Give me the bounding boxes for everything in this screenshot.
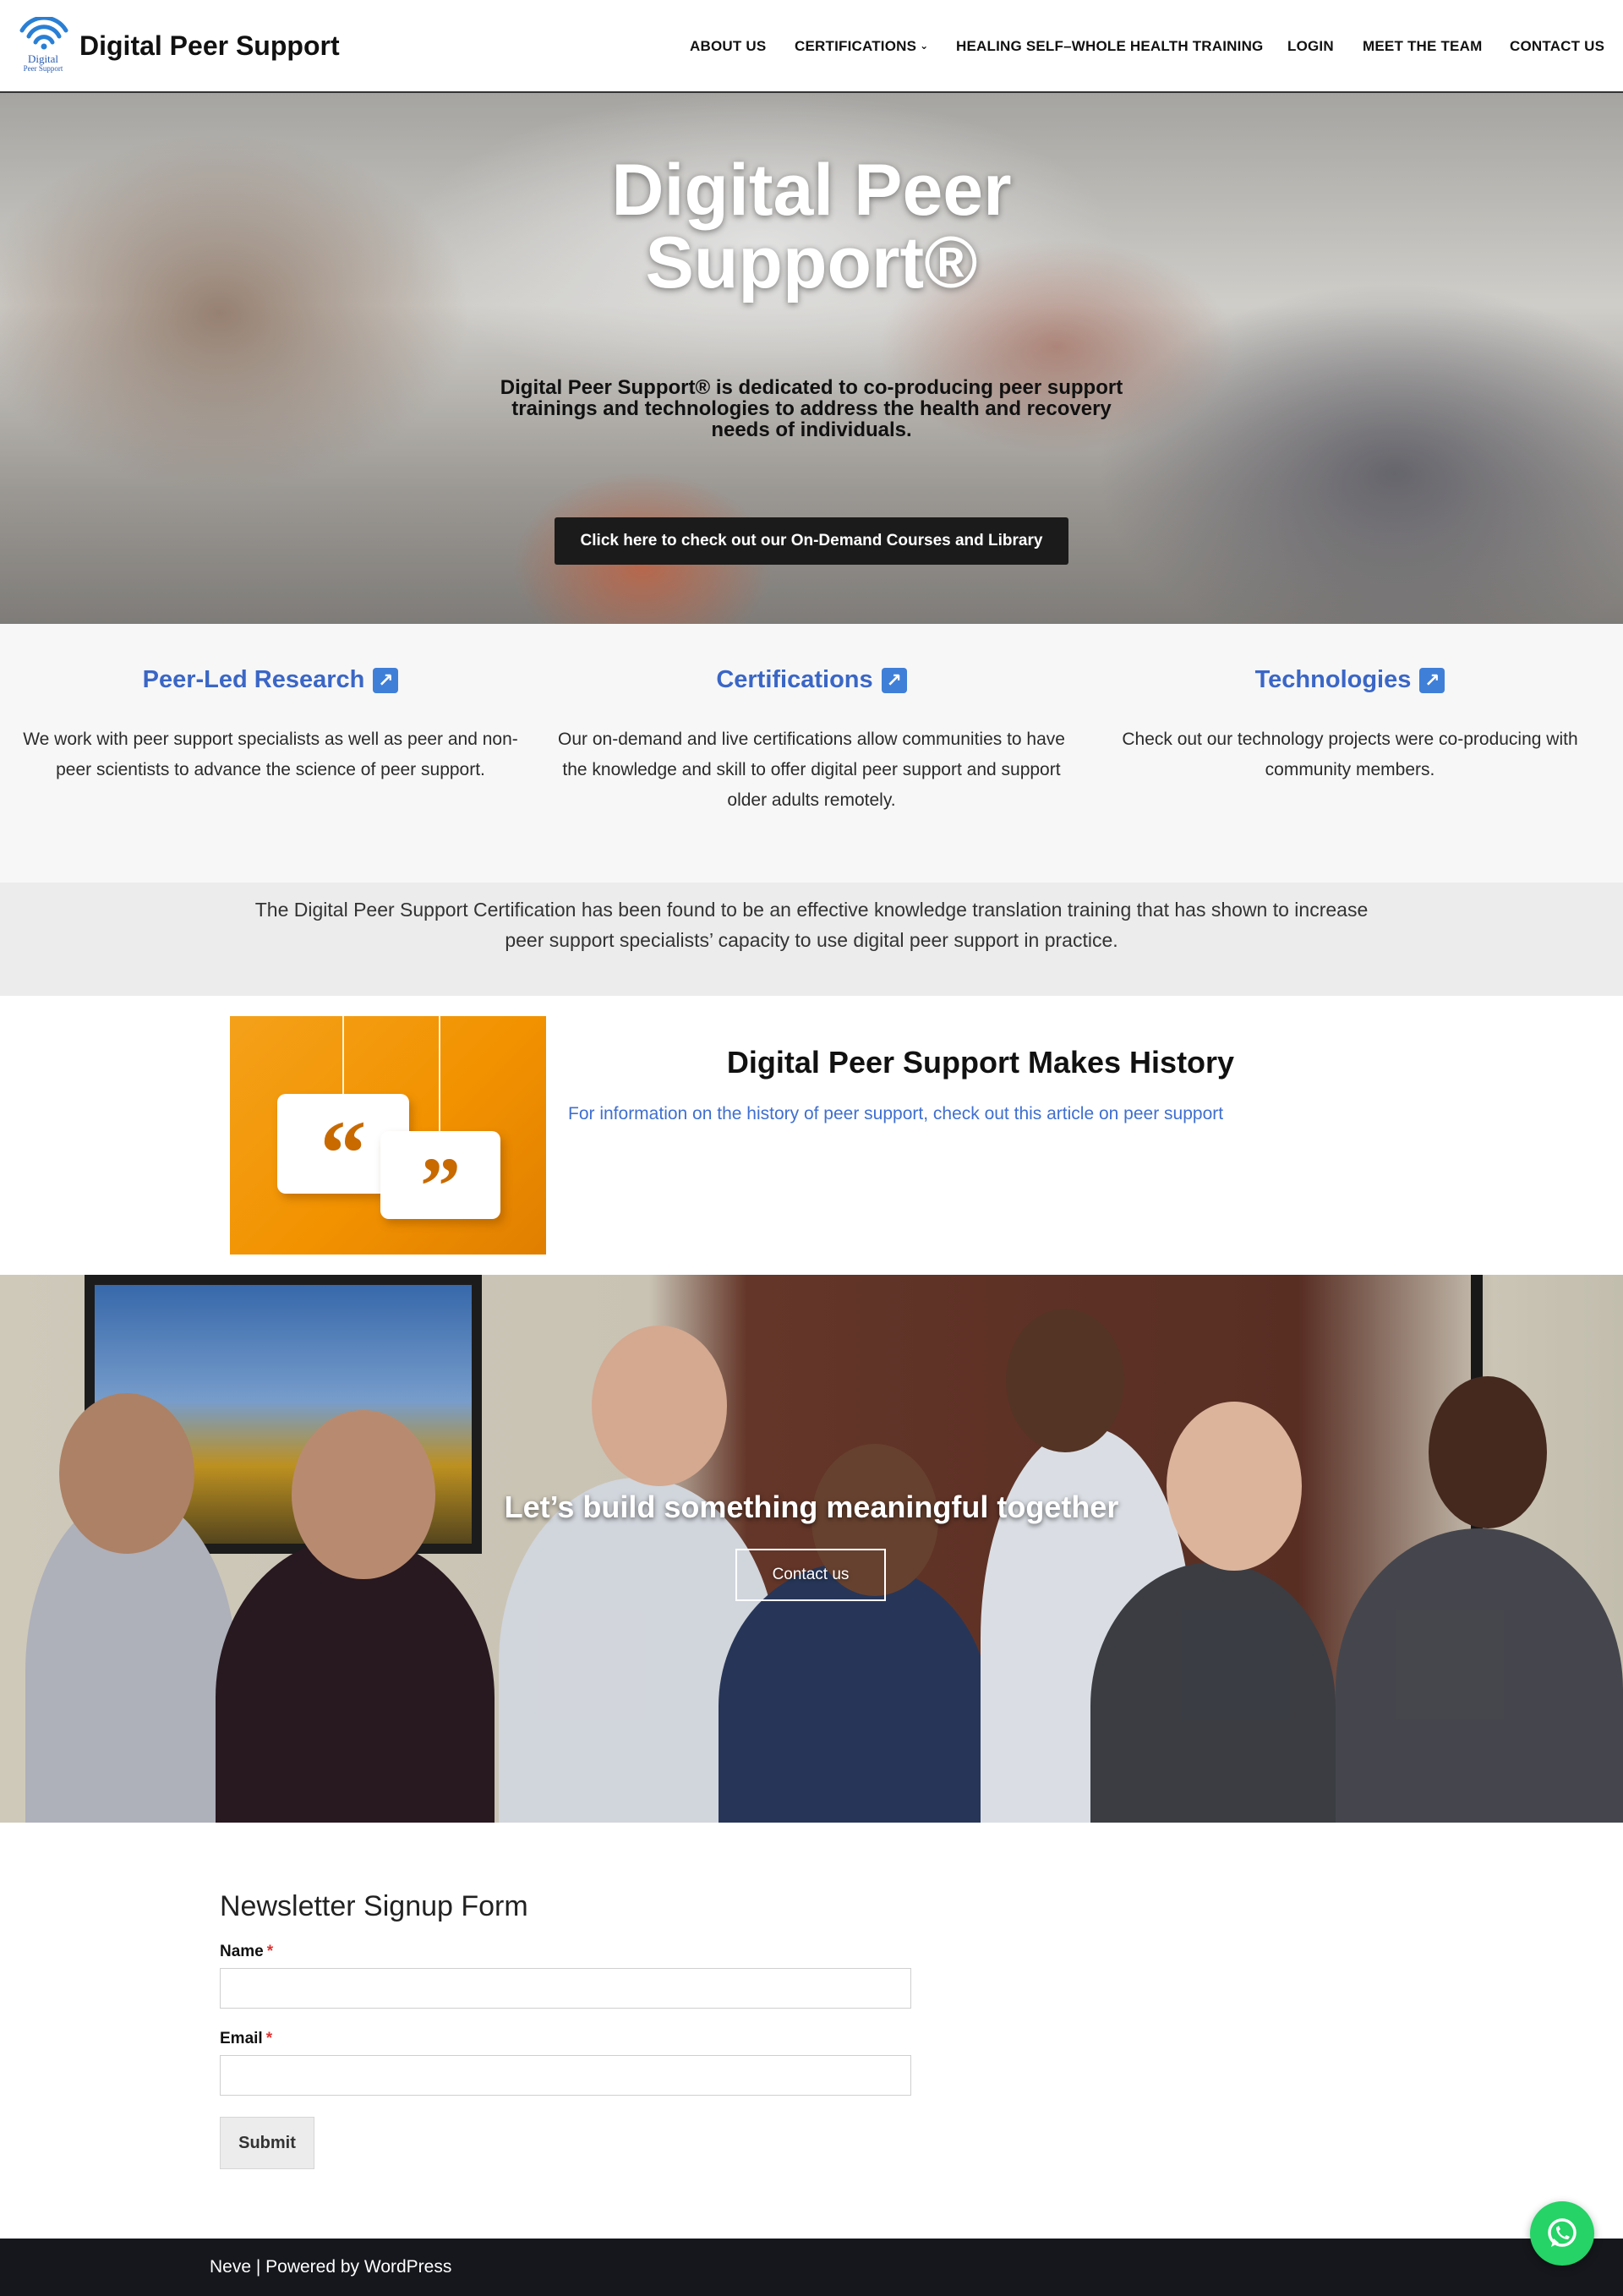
feature-title-link[interactable]: Peer-Led Research ↗: [143, 666, 399, 694]
feature-title-link[interactable]: Technologies ↗: [1255, 666, 1445, 694]
feature-peer-led-research: Peer-Led Research ↗ We work with peer su…: [8, 666, 533, 785]
team-banner-headline: Let’s build something meaningful togethe…: [504, 1490, 1119, 1524]
feature-title-link[interactable]: Certifications ↗: [716, 666, 907, 694]
features-section: Peer-Led Research ↗ We work with peer su…: [0, 624, 1623, 883]
footer-credit[interactable]: Neve | Powered by WordPress: [210, 2257, 451, 2277]
feature-text: We work with peer support specialists as…: [23, 730, 518, 779]
email-label-text: Email: [220, 2030, 263, 2047]
hero-description: Digital Peer Support® is dedicated to co…: [500, 376, 1123, 441]
feature-text: Check out our technology projects were c…: [1122, 730, 1578, 779]
nav-about-us[interactable]: ABOUT US: [690, 38, 766, 55]
on-demand-courses-button[interactable]: Click here to check out our On-Demand Co…: [555, 517, 1068, 565]
wifi-logo-icon: [19, 17, 68, 50]
email-input[interactable]: [220, 2055, 911, 2096]
site-logo[interactable]: Digital Peer Support: [15, 17, 71, 78]
team-photo-banner: Let’s build something meaningful togethe…: [0, 1275, 1623, 1823]
name-field-label: Name *: [220, 1943, 273, 1961]
name-input[interactable]: [220, 1968, 911, 2009]
nav-login[interactable]: LOGIN: [1287, 38, 1334, 55]
certification-info-band: The Digital Peer Support Certification h…: [0, 883, 1623, 996]
nav-healing-self-training[interactable]: HEALING SELF–WHOLE HEALTH TRAINING: [956, 38, 1263, 55]
hanging-string: [342, 1016, 344, 1099]
whatsapp-chat-button[interactable]: [1530, 2201, 1594, 2266]
nav-certifications[interactable]: CERTIFICATIONS ⌄: [795, 38, 928, 55]
feature-title: Peer-Led Research: [142, 666, 365, 693]
nav-meet-the-team[interactable]: MEET THE TEAM: [1363, 38, 1482, 55]
hero-title: Digital Peer Support®: [473, 154, 1150, 299]
required-mark: *: [266, 1943, 274, 1960]
feature-title: Certifications: [716, 666, 873, 693]
chevron-down-icon: ⌄: [920, 40, 929, 52]
quote-bubbles-image: “ ”: [230, 1016, 546, 1255]
external-link-arrow-icon: ↗: [881, 667, 907, 693]
feature-title: Technologies: [1254, 666, 1412, 693]
site-footer: Neve | Powered by WordPress: [0, 2239, 1623, 2296]
feature-text: Our on-demand and live certifications al…: [558, 730, 1065, 810]
external-link-arrow-icon: ↗: [373, 667, 399, 693]
history-title: Digital Peer Support Makes History: [726, 1045, 1235, 1080]
hanging-string: [439, 1016, 440, 1134]
nav-contact-us[interactable]: CONTACT US: [1510, 38, 1604, 55]
hero-section: Digital Peer Support® Digital Peer Suppo…: [0, 93, 1623, 624]
hero-title-line1: Digital Peer: [611, 150, 1012, 231]
contact-us-button[interactable]: Contact us: [735, 1549, 886, 1601]
peer-support-history-link[interactable]: For information on the history of peer s…: [568, 1104, 1223, 1124]
whatsapp-icon: [1548, 2218, 1577, 2247]
certification-info-text: The Digital Peer Support Certification h…: [254, 899, 1369, 951]
external-link-arrow-icon: ↗: [1419, 667, 1445, 693]
email-field-label: Email *: [220, 2030, 272, 2048]
logo-text-peer-support: Peer Support: [23, 64, 63, 73]
name-label-text: Name: [220, 1943, 264, 1960]
site-title[interactable]: Digital Peer Support: [79, 30, 340, 62]
hero-title-line2: Support®: [645, 222, 978, 303]
quote-close-bubble-icon: ”: [380, 1131, 500, 1231]
nav-certifications-label: CERTIFICATIONS: [795, 38, 917, 54]
submit-button[interactable]: Submit: [220, 2117, 314, 2169]
feature-certifications: Certifications ↗ Our on-demand and live …: [549, 666, 1074, 816]
feature-technologies: Technologies ↗ Check out our technology …: [1088, 666, 1612, 785]
site-header: Digital Peer Support Digital Peer Suppor…: [0, 0, 1623, 93]
newsletter-title: Newsletter Signup Form: [220, 1890, 528, 1922]
required-mark: *: [265, 2030, 273, 2047]
